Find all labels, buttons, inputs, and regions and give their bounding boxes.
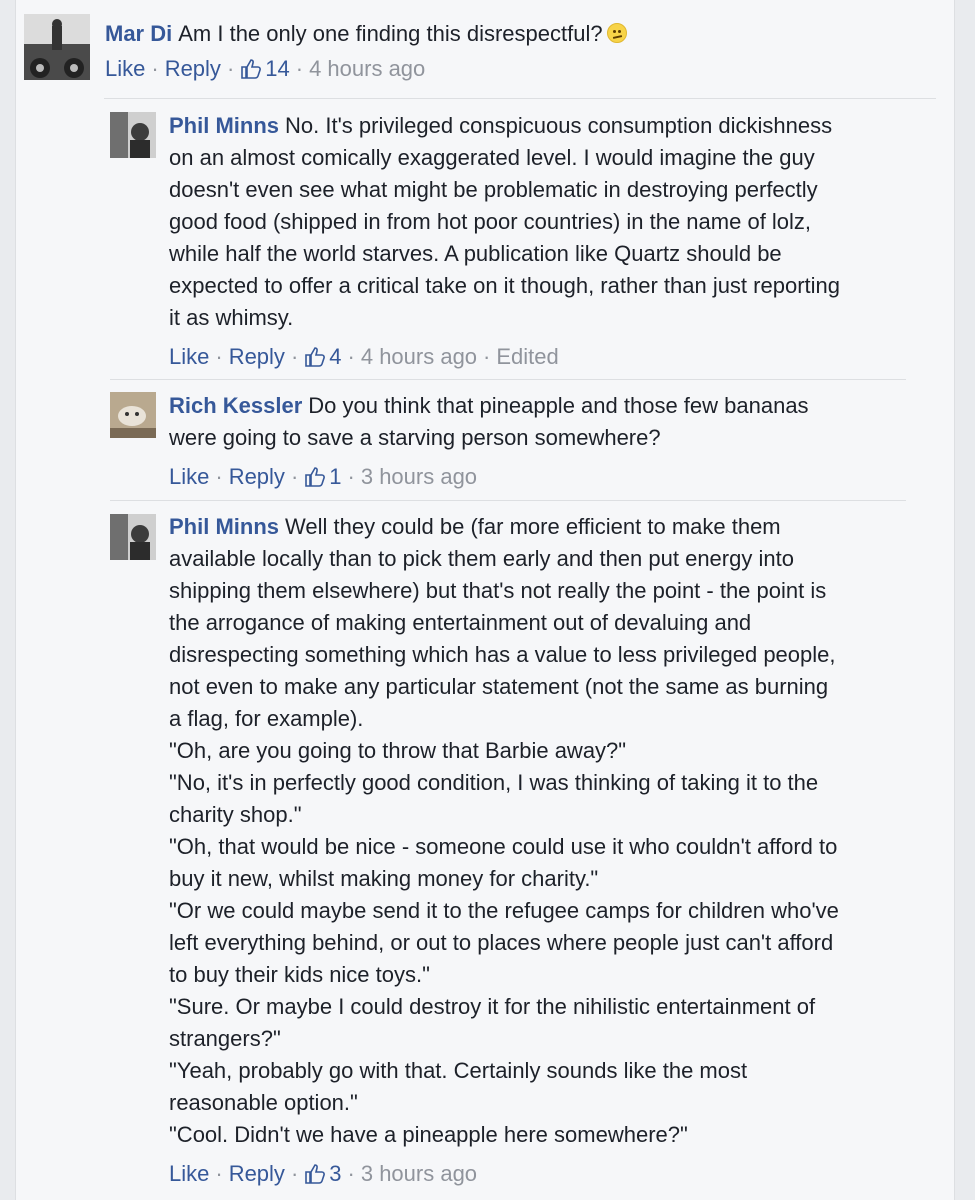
reply-button[interactable]: Reply bbox=[229, 344, 285, 369]
edited-label[interactable]: Edited bbox=[496, 344, 558, 369]
timestamp[interactable]: 4 hours ago bbox=[309, 56, 425, 81]
timestamp[interactable]: 3 hours ago bbox=[361, 1161, 477, 1186]
timestamp[interactable]: 3 hours ago bbox=[361, 464, 477, 489]
comment-author[interactable]: Phil Minns bbox=[169, 113, 279, 138]
reply-button[interactable]: Reply bbox=[229, 1161, 285, 1186]
like-count[interactable]: 3 bbox=[304, 1161, 342, 1186]
like-count-value: 1 bbox=[329, 464, 342, 489]
like-count-value: 14 bbox=[265, 56, 290, 81]
divider bbox=[110, 500, 906, 501]
comment-actions: Like · Reply · 3 · 3 hours ago bbox=[169, 1161, 478, 1186]
like-button[interactable]: Like bbox=[169, 1161, 209, 1186]
confused-face-icon bbox=[606, 23, 627, 43]
like-count-value: 4 bbox=[329, 344, 342, 369]
avatar-photo-icon bbox=[110, 112, 156, 158]
thumbs-up-icon bbox=[305, 467, 326, 487]
comment-actions: Like · Reply · 1 · 3 hours ago bbox=[169, 464, 478, 489]
comments-panel: Mar Di Am I the only one finding this dis… bbox=[15, 0, 955, 1200]
avatar-photo-icon bbox=[110, 392, 156, 438]
comment-actions: Like · Reply · 14 · 4 hours ago bbox=[105, 56, 426, 81]
comment-text: Rich Kessler Do you think that pineapple … bbox=[169, 390, 939, 454]
comment-text: Phil Minns No. It's privileged conspicuou… bbox=[169, 110, 939, 334]
comment-author[interactable]: Mar Di bbox=[105, 21, 172, 46]
like-count[interactable]: 14 bbox=[240, 56, 290, 81]
comment-text: Phil Minns Well they could be (far more e… bbox=[169, 511, 939, 1151]
divider bbox=[110, 379, 906, 380]
reply-button[interactable]: Reply bbox=[165, 56, 221, 81]
avatar[interactable] bbox=[110, 514, 156, 560]
like-count[interactable]: 4 bbox=[304, 344, 342, 369]
avatar[interactable] bbox=[24, 14, 90, 80]
thumbs-up-icon bbox=[305, 347, 326, 367]
thumbs-up-icon bbox=[241, 59, 262, 79]
comment-author[interactable]: Rich Kessler bbox=[169, 393, 302, 418]
comment-mar-di: Mar Di Am I the only one finding this dis… bbox=[24, 10, 944, 90]
like-button[interactable]: Like bbox=[105, 56, 145, 81]
comment-rich-kessler: Rich Kessler Do you think that pineapple … bbox=[110, 388, 940, 498]
comment-body: Am I the only one finding this disrespec… bbox=[178, 21, 603, 46]
avatar-photo-icon bbox=[110, 514, 156, 560]
divider bbox=[104, 98, 936, 99]
reply-button[interactable]: Reply bbox=[229, 464, 285, 489]
comment-author[interactable]: Phil Minns bbox=[169, 514, 279, 539]
comment-actions: Like · Reply · 4 · 4 hours ago · Edited bbox=[169, 344, 559, 369]
like-button[interactable]: Like bbox=[169, 464, 209, 489]
like-count-value: 3 bbox=[329, 1161, 342, 1186]
avatar[interactable] bbox=[110, 392, 156, 438]
comment-phil-minns: Phil Minns No. It's privileged conspicuou… bbox=[110, 108, 940, 370]
comment-phil-minns-reply: Phil Minns Well they could be (far more e… bbox=[110, 510, 940, 1200]
like-count[interactable]: 1 bbox=[304, 464, 342, 489]
avatar-photo-icon bbox=[24, 14, 90, 80]
comment-text: Mar Di Am I the only one finding this dis… bbox=[105, 18, 935, 50]
avatar[interactable] bbox=[110, 112, 156, 158]
thumbs-up-icon bbox=[305, 1164, 326, 1184]
like-button[interactable]: Like bbox=[169, 344, 209, 369]
comment-body: Well they could be (far more efficient t… bbox=[169, 514, 839, 1147]
timestamp[interactable]: 4 hours ago bbox=[361, 344, 477, 369]
comment-body: No. It's privileged conspicuous consumpt… bbox=[169, 113, 840, 330]
